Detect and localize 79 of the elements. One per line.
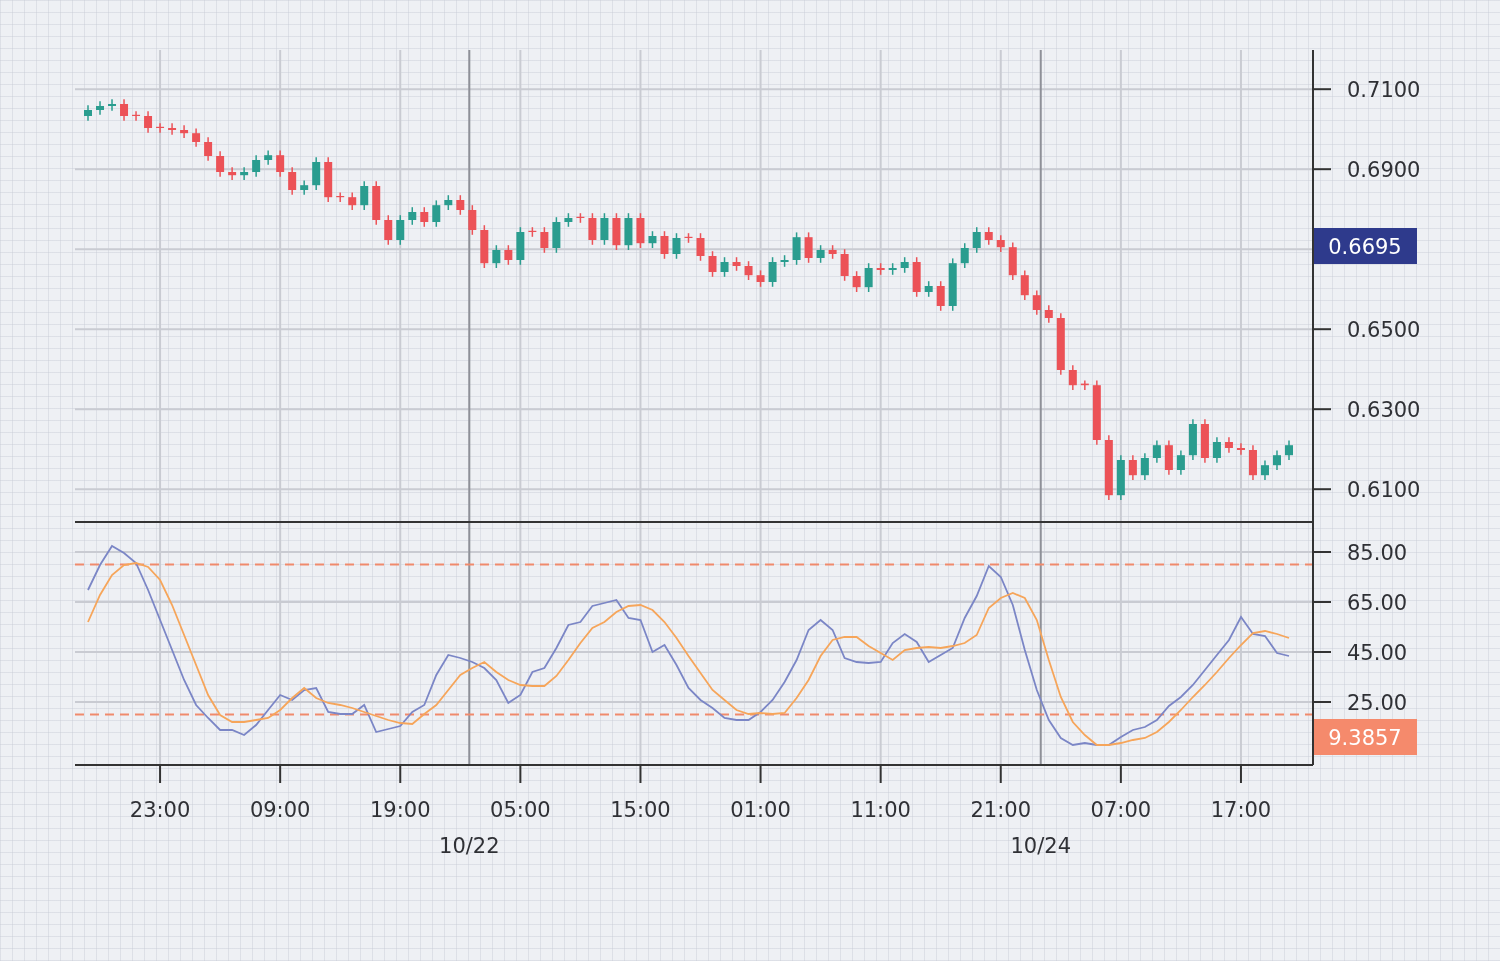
- candlestick: [1260, 459, 1269, 481]
- candlestick: [672, 232, 681, 260]
- candlestick: [216, 150, 225, 178]
- candlestick: [456, 194, 465, 216]
- time-label: 15:00: [610, 798, 671, 822]
- candlestick: [744, 260, 753, 281]
- candlestick: [108, 98, 117, 112]
- candlestick: [1128, 454, 1137, 481]
- candlestick: [1272, 449, 1281, 471]
- candlestick: [768, 256, 777, 288]
- date-label: 10/22: [439, 834, 500, 858]
- candlestick: [264, 149, 273, 166]
- axis-label: 0.7100: [1347, 78, 1421, 103]
- candlestick: [1020, 269, 1029, 301]
- candlestick: [504, 244, 513, 266]
- candlestick: [696, 232, 705, 262]
- time-label: 21:00: [970, 798, 1032, 822]
- time-label: 09:00: [249, 798, 311, 822]
- candlestick: [972, 226, 981, 254]
- time-label: 23:00: [129, 798, 191, 822]
- candlestick: [288, 166, 297, 196]
- candlestick: [1236, 442, 1245, 456]
- candlestick: [240, 166, 249, 181]
- candlestick: [180, 124, 189, 139]
- candlestick: [396, 214, 405, 246]
- candlestick: [360, 180, 369, 211]
- candlestick: [96, 100, 105, 116]
- time-label: 17:00: [1210, 798, 1272, 822]
- candlestick: [144, 110, 153, 134]
- candlestick: [120, 98, 129, 122]
- value-badge: 9.3857: [1314, 719, 1417, 755]
- price-badge: 0.6695: [1314, 228, 1417, 264]
- axis-label: 65.00: [1347, 591, 1408, 615]
- candlestick: [840, 248, 849, 282]
- candlestick: [852, 270, 861, 293]
- time-label: 05:00: [490, 798, 551, 822]
- candlestick: [468, 204, 477, 236]
- candlestick: [660, 230, 669, 260]
- candlestick: [936, 280, 945, 312]
- candlestick: [588, 212, 597, 246]
- candlestick: [1212, 436, 1221, 464]
- candlestick: [204, 136, 213, 162]
- time-label: 11:00: [850, 798, 911, 822]
- candlestick: [1140, 452, 1149, 481]
- candlestick: [1068, 364, 1077, 391]
- time-label: 01:00: [730, 798, 791, 822]
- axis-label: 85.00: [1347, 541, 1408, 565]
- candlestick: [312, 156, 321, 191]
- candlestick: [600, 212, 609, 246]
- candlestick: [540, 226, 549, 254]
- candlestick: [804, 231, 813, 264]
- candlestick: [276, 149, 285, 178]
- axis-label: 45.00: [1347, 641, 1408, 665]
- candlestick: [1176, 449, 1185, 476]
- candlestick: [492, 244, 501, 269]
- time-label: 19:00: [370, 798, 431, 822]
- candlestick: [864, 262, 873, 293]
- candlestick: [1152, 439, 1161, 464]
- candlestick: [252, 154, 261, 178]
- axis-label: 0.6900: [1347, 158, 1421, 183]
- axis-label: 25.00: [1347, 691, 1408, 715]
- candlestick: [168, 122, 177, 136]
- candlestick: [228, 166, 237, 181]
- candlestick: [1032, 289, 1041, 316]
- candlestick: [300, 179, 309, 196]
- axis-label: 0.6300: [1347, 398, 1421, 423]
- candlestick: [432, 199, 441, 228]
- candlestick: [960, 242, 969, 269]
- time-label: 07:00: [1090, 798, 1152, 822]
- candlestick: [384, 214, 393, 246]
- axis-label: 0.6100: [1347, 478, 1421, 503]
- date-label: 10/24: [1010, 834, 1071, 858]
- axis-label: 0.6500: [1347, 318, 1421, 343]
- candlestick: [720, 256, 729, 278]
- candlestick: [708, 250, 717, 278]
- candlestick: [192, 127, 201, 148]
- candlestick: [420, 206, 429, 228]
- candlestick: [792, 231, 801, 266]
- candlestick: [1285, 439, 1293, 461]
